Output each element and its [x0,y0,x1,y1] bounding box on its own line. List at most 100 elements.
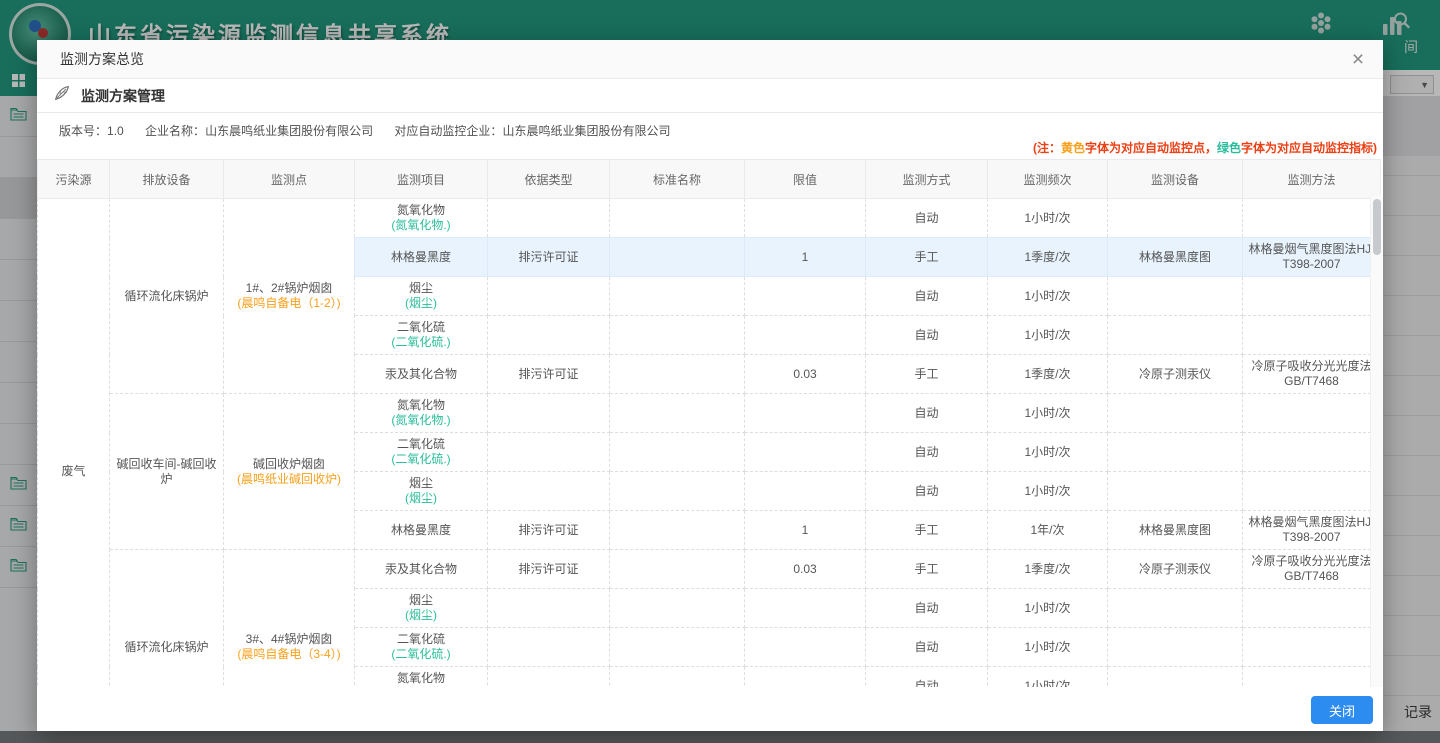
cell-limit [745,433,866,472]
header-basis-type: 依据类型 [488,160,610,199]
cell-text: 1小时/次 [993,328,1102,343]
cell-monitoring-mode: 手工 [866,550,988,589]
note-part: 字体为对应自动监控点， [1085,141,1217,155]
cell-monitoring-mode: 自动 [866,316,988,355]
cell-monitoring-mode: 自动 [866,199,988,238]
cell-monitoring-equipment [1108,316,1243,355]
cell-text: 氮氧化物 [360,671,482,686]
cell-text: 林格曼黑度 [360,523,482,538]
cell-monitoring-method [1243,628,1381,667]
cell-basis-type [488,199,610,238]
cell-limit [745,472,866,511]
cell-subtext: (晨鸣自备电（3-4）) [229,647,349,662]
cell-text: 自动 [871,601,982,616]
cell-text: 1小时/次 [993,445,1102,460]
modal-title: 监测方案总览 [60,49,144,69]
close-button[interactable]: 关闭 [1311,696,1373,724]
cell-monitoring-frequency: 1季度/次 [988,355,1108,394]
cell-monitoring-mode: 自动 [866,433,988,472]
cell-text: 1季度/次 [993,562,1102,577]
cell-monitoring-item: 汞及其化合物 [355,550,488,589]
cell-monitoring-equipment [1108,277,1243,316]
cell-standard-name [610,433,745,472]
cell-standard-name [610,511,745,550]
cell-monitoring-frequency: 1小时/次 [988,433,1108,472]
cell-text: 排污许可证 [493,562,604,577]
cell-subtext: (氮氧化物.) [360,413,482,428]
cell-basis-type [488,433,610,472]
table-row[interactable]: 碱回收车间-碱回收炉碱回收炉烟囱(晨鸣纸业碱回收炉)氮氧化物(氮氧化物.)自动1… [38,394,1381,433]
header-monitoring-method: 监测方法 [1243,160,1381,199]
cell-monitoring-frequency: 1小时/次 [988,589,1108,628]
cell-text: 林格曼烟气黑度图法HJ/T398-2007 [1248,515,1375,545]
cell-basis-type [488,628,610,667]
cell-standard-name [610,238,745,277]
cell-monitoring-equipment [1108,472,1243,511]
auto-company-label: 对应自动监控企业： [394,124,502,138]
monitoring-plan-table: 污染源 排放设备 监测点 监测项目 依据类型 标准名称 限值 监测方式 监测频次… [37,159,1381,687]
cell-text: 排污许可证 [493,523,604,538]
cell-text: 冷原子吸收分光光度法GB/T7468 [1248,554,1375,584]
cell-monitoring-point: 碱回收炉烟囱(晨鸣纸业碱回收炉) [224,394,355,550]
cell-text: 手工 [871,562,982,577]
plan-info-area: 版本号：1.0 企业名称：山东晨鸣纸业集团股份有限公司 对应自动监控企业：山东晨… [37,113,1383,159]
cell-text: 自动 [871,289,982,304]
cell-limit [745,199,866,238]
table-row[interactable]: 循环流化床锅炉3#、4#锅炉烟囱(晨鸣自备电（3-4）)汞及其化合物排污许可证0… [38,550,1381,589]
cell-monitoring-mode: 自动 [866,589,988,628]
cell-monitoring-point: 3#、4#锅炉烟囱(晨鸣自备电（3-4）) [224,550,355,688]
cell-monitoring-method [1243,667,1381,688]
cell-subtext: (晨鸣纸业碱回收炉) [229,472,349,487]
cell-monitoring-equipment [1108,433,1243,472]
version-value: 1.0 [107,124,124,138]
cell-text: 1 [750,523,860,538]
section-bar: 监测方案管理 [37,79,1383,113]
cell-monitoring-method [1243,433,1381,472]
cell-text: 林格曼烟气黑度图法HJ/T398-2007 [1248,242,1375,272]
cell-limit: 1 [745,511,866,550]
cell-monitoring-item: 烟尘(烟尘) [355,472,488,511]
cell-monitoring-item: 氮氧化物(氮氧化物.) [355,667,488,688]
header-monitoring-item: 监测项目 [355,160,488,199]
cell-monitoring-equipment [1108,667,1243,688]
cell-text: 林格曼黑度 [360,250,482,265]
close-icon[interactable]: × [1345,46,1371,72]
cell-text: 自动 [871,211,982,226]
table-scrollbar-thumb[interactable] [1373,199,1381,255]
cell-monitoring-item: 二氧化硫(二氧化硫.) [355,628,488,667]
cell-text: 自动 [871,640,982,655]
cell-monitoring-frequency: 1小时/次 [988,199,1108,238]
cell-monitoring-item: 烟尘(烟尘) [355,277,488,316]
plan-info-line: 版本号：1.0 企业名称：山东晨鸣纸业集团股份有限公司 对应自动监控企业：山东晨… [59,122,688,139]
cell-limit [745,394,866,433]
cell-monitoring-item: 氮氧化物(氮氧化物.) [355,199,488,238]
header-monitoring-mode: 监测方式 [866,160,988,199]
cell-text: 1小时/次 [993,640,1102,655]
cell-basis-type [488,472,610,511]
cell-text: 1小时/次 [993,289,1102,304]
table-row[interactable]: 废气循环流化床锅炉1#、2#锅炉烟囱(晨鸣自备电（1-2）)氮氧化物(氮氧化物.… [38,199,1381,238]
table-scrollbar-track[interactable] [1370,196,1383,687]
cell-standard-name [610,199,745,238]
cell-limit [745,667,866,688]
cell-text: 1季度/次 [993,250,1102,265]
cell-monitoring-mode: 自动 [866,277,988,316]
cell-subtext: (烟尘) [360,608,482,623]
cell-monitoring-item: 林格曼黑度 [355,511,488,550]
cell-emission-equipment: 循环流化床锅炉 [110,550,224,688]
cell-monitoring-item: 二氧化硫(二氧化硫.) [355,433,488,472]
note-part: 字体为对应自动监控指标) [1241,141,1377,155]
cell-monitoring-mode: 手工 [866,355,988,394]
header-standard-name: 标准名称 [610,160,745,199]
cell-standard-name [610,589,745,628]
cell-monitoring-frequency: 1小时/次 [988,394,1108,433]
cell-monitoring-equipment [1108,394,1243,433]
cell-limit [745,589,866,628]
cell-standard-name [610,550,745,589]
cell-limit [745,628,866,667]
cell-monitoring-method: 冷原子吸收分光光度法GB/T7468 [1243,550,1381,589]
cell-subtext: (烟尘) [360,491,482,506]
cell-subtext: (氮氧化物.) [360,218,482,233]
cell-monitoring-equipment: 林格曼黑度图 [1108,511,1243,550]
auto-company-value: 山东晨鸣纸业集团股份有限公司 [502,124,670,138]
